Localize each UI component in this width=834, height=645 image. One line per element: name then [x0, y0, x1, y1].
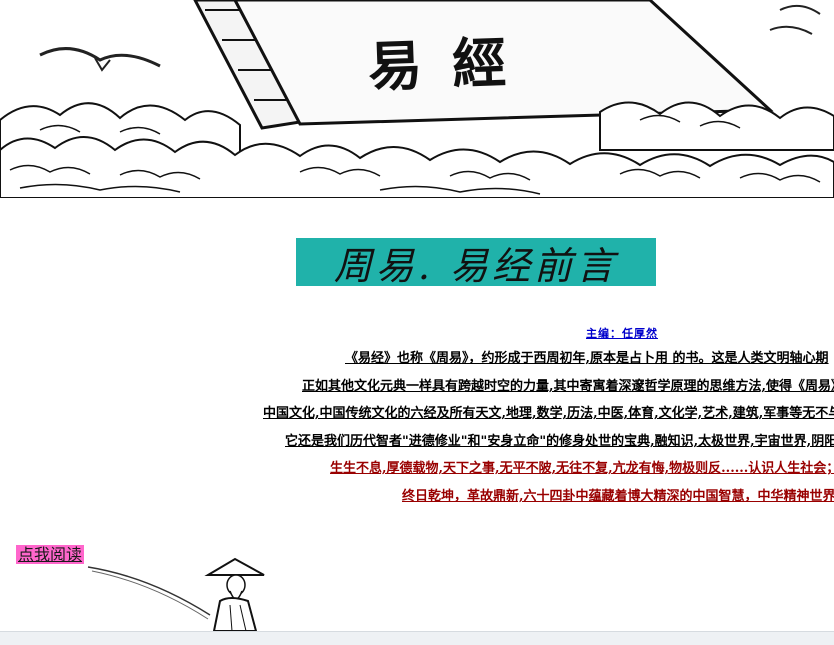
editor-link[interactable]: 主编：任厚然	[586, 325, 658, 341]
intro-line-1[interactable]: 《易经》也称《周易》，约形成于西周初年,原本是占卜用 的书。这是人类文明轴心期	[345, 351, 829, 367]
book-title: 易經	[367, 29, 538, 99]
page-title: 周易. 易经前言	[333, 243, 619, 288]
read-button[interactable]: 点我阅读	[16, 545, 85, 564]
bottom-bar	[0, 631, 834, 645]
page: 易經 周易. 易经前言 主编：任厚然 《易经》也称《周易》，约形成于西周初年,原…	[0, 0, 834, 645]
title-banner: 周易. 易经前言	[296, 238, 656, 288]
banner-image: 易經	[0, 0, 834, 198]
intro-line-3[interactable]: 中国文化,中国传统文化的六经及所有天文,地理,数学,历法,中医,体育,文化学,艺…	[263, 406, 834, 422]
intro-line-6[interactable]: 终日乾坤，革故鼎新,六十四卦中蕴藏着博大精深的中国智慧，中华精神世界	[402, 489, 834, 505]
fisherman-illustration	[87, 557, 265, 631]
intro-line-4[interactable]: 它还是我们历代智者"进德修业"和"安身立命"的修身处世的宝典,融知识,太极世界,…	[285, 434, 834, 450]
intro-line-2[interactable]: 正如其他文化元典一样具有跨越时空的力量,其中寄寓着深邃哲学原理的思维方法,使得《…	[302, 379, 834, 395]
intro-line-5[interactable]: 生生不息,厚德载物,天下之事,无平不陂,无往不复,亢龙有悔,物极则反......…	[330, 461, 834, 477]
